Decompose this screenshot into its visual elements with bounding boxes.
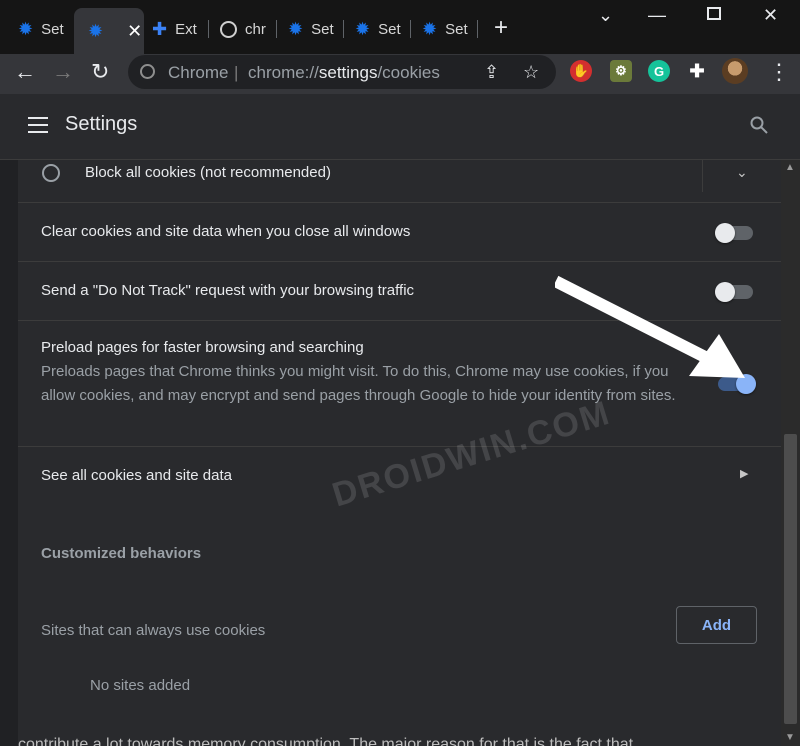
toolbar: ← → ↻ Chrome | chrome://settings/cookies… xyxy=(0,54,800,94)
background-article-text: contribute a lot towards memory consumpt… xyxy=(18,736,634,746)
tab-label: Set xyxy=(311,20,334,38)
origin-divider: | xyxy=(234,63,239,82)
close-window-icon[interactable]: ✕ xyxy=(763,5,778,26)
clear-on-close-row[interactable]: Clear cookies and site data when you clo… xyxy=(18,202,781,261)
tab-chrome[interactable]: chr xyxy=(206,12,266,46)
hamburger-menu-icon[interactable] xyxy=(28,117,48,133)
tab-label: Set xyxy=(445,20,468,38)
settings-header: Settings xyxy=(0,94,800,160)
always-use-cookies-label: Sites that can always use cookies xyxy=(41,622,266,639)
globe-icon xyxy=(220,20,237,38)
url-host: settings xyxy=(318,63,378,82)
see-all-cookies-label: See all cookies and site data xyxy=(41,467,232,484)
new-tab-button[interactable]: + xyxy=(494,14,508,42)
do-not-track-label: Send a "Do Not Track" request with your … xyxy=(41,282,415,299)
origin-label: Chrome xyxy=(168,63,229,82)
gear-icon: ✹ xyxy=(422,19,438,39)
search-icon[interactable] xyxy=(750,116,768,134)
tab-label: chr xyxy=(245,20,266,38)
url-prefix: chrome:// xyxy=(248,63,319,82)
adblock-extension-icon[interactable]: ✋ xyxy=(570,60,592,82)
gear-icon: ✹ xyxy=(355,19,371,39)
tab-label: Set xyxy=(41,20,64,38)
toggle-knob xyxy=(715,223,735,243)
block-all-label: Block all cookies (not recommended) xyxy=(85,164,331,181)
maximize-icon[interactable] xyxy=(707,7,721,20)
scroll-up-icon[interactable]: ▲ xyxy=(785,162,795,173)
grammarly-extension-icon[interactable]: G xyxy=(648,60,670,82)
block-all-radio[interactable] xyxy=(42,164,60,182)
url-path: /cookies xyxy=(377,63,440,82)
clear-on-close-label: Clear cookies and site data when you clo… xyxy=(41,223,411,240)
minimize-icon[interactable]: — xyxy=(648,5,666,26)
block-all-row[interactable]: Block all cookies (not recommended) ⌄ xyxy=(18,160,781,202)
gear-icon: ✹ xyxy=(88,21,104,41)
row-divider xyxy=(702,160,703,192)
menu-dots-icon[interactable]: ⋮ xyxy=(768,59,790,85)
page-title: Settings xyxy=(65,113,138,135)
tab-active[interactable]: ✹ ✕ xyxy=(74,8,144,54)
chevron-down-icon[interactable]: ⌄ xyxy=(736,164,748,181)
scrollbar-thumb[interactable] xyxy=(784,434,797,724)
reload-icon[interactable]: ↻ xyxy=(91,59,109,85)
browser-window: ✹ Set ✹ ✕ ✚ Ext chr ✹ Set ✹ Set ✹ Set + … xyxy=(0,0,800,746)
extensions-puzzle-icon[interactable]: ✚ xyxy=(686,60,708,82)
extension-icon[interactable]: ⚙ xyxy=(610,60,632,82)
forward-icon[interactable]: → xyxy=(52,59,74,85)
url-text[interactable]: chrome://settings/cookies xyxy=(248,63,440,83)
scroll-down-icon[interactable]: ▼ xyxy=(785,732,795,743)
share-icon[interactable]: ⇪ xyxy=(484,62,499,83)
tab-settings-5[interactable]: ✹ Set xyxy=(274,12,334,46)
tab-separator xyxy=(477,20,478,38)
add-site-button[interactable]: Add xyxy=(676,606,757,644)
customized-behaviors-heading: Customized behaviors xyxy=(41,545,202,562)
site-info-icon[interactable] xyxy=(140,64,155,79)
avatar[interactable] xyxy=(722,58,748,84)
tab-settings-6[interactable]: ✹ Set xyxy=(341,12,401,46)
tab-settings-7[interactable]: ✹ Set xyxy=(408,12,468,46)
gear-icon: ✹ xyxy=(18,19,34,39)
gear-icon: ✹ xyxy=(288,19,304,39)
tab-strip: ✹ Set ✹ ✕ ✚ Ext chr ✹ Set ✹ Set ✹ Set + … xyxy=(0,0,800,54)
tab-extensions[interactable]: ✚ Ext xyxy=(138,12,197,46)
puzzle-icon: ✚ xyxy=(152,19,168,39)
tab-search-icon[interactable]: ⌄ xyxy=(598,5,613,26)
tab-1[interactable]: ✹ Set xyxy=(4,12,64,46)
back-icon[interactable]: ← xyxy=(14,59,36,85)
star-icon[interactable]: ☆ xyxy=(523,62,539,83)
tab-label: Ext xyxy=(175,20,197,38)
chevron-right-icon[interactable]: ▶ xyxy=(740,467,748,480)
tab-label: Set xyxy=(378,20,401,38)
clear-on-close-toggle[interactable] xyxy=(715,223,753,243)
no-sites-added-text: No sites added xyxy=(90,677,191,694)
address-bar[interactable]: Chrome | chrome://settings/cookies ⇪ ☆ xyxy=(128,55,556,89)
preload-label: Preload pages for faster browsing and se… xyxy=(41,339,364,356)
annotation-arrow-icon xyxy=(555,275,745,378)
